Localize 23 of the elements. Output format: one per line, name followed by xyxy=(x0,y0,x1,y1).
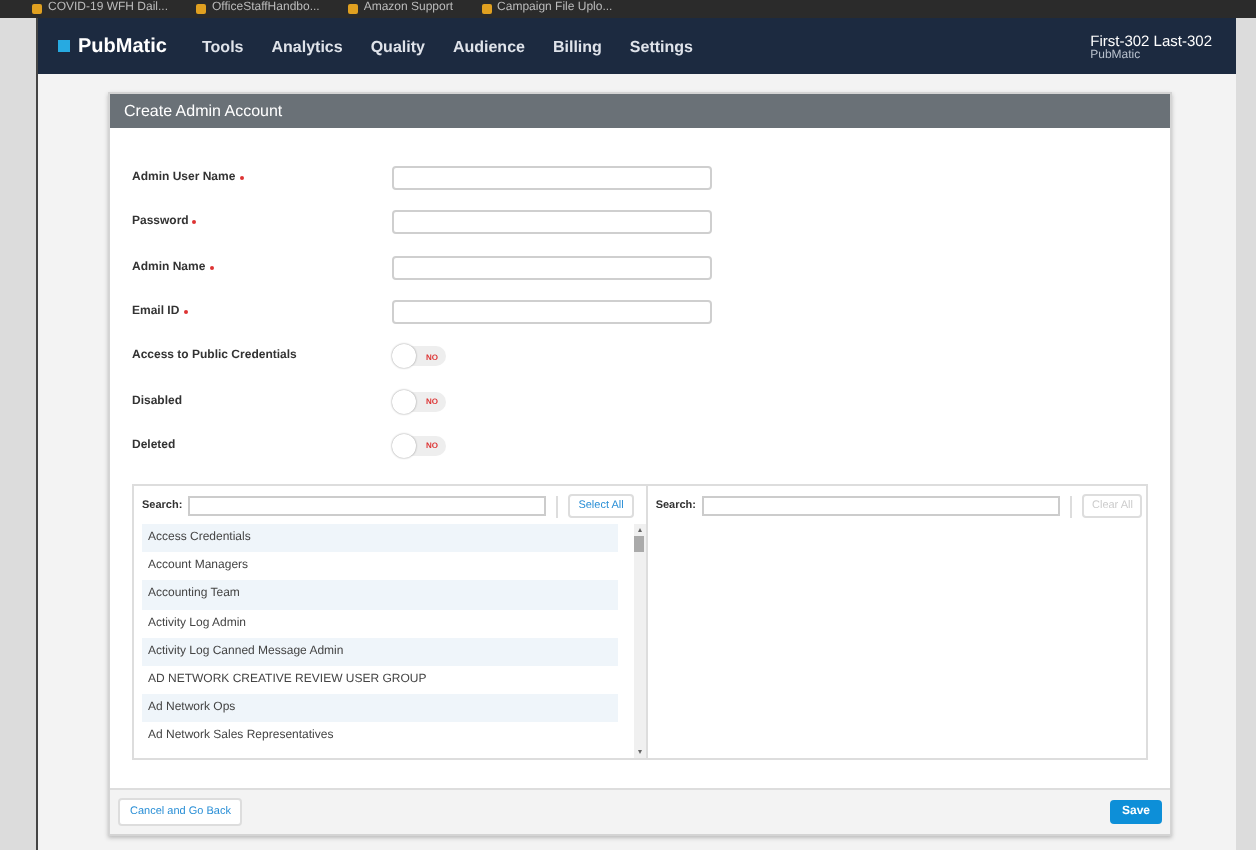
input-field[interactable] xyxy=(392,210,712,235)
nav-menu-item[interactable]: Settings xyxy=(629,37,693,55)
scroll-up-icon[interactable] xyxy=(637,528,642,533)
search-field[interactable] xyxy=(702,496,1060,517)
bookmark-icon xyxy=(481,4,492,14)
bookmark-icon xyxy=(196,4,207,14)
input-field[interactable] xyxy=(392,255,712,280)
search-field[interactable] xyxy=(188,496,547,517)
logo-square-icon xyxy=(58,40,70,52)
panel-title: Create Admin Account xyxy=(110,94,1170,128)
nav-menu-item[interactable]: Quality xyxy=(370,37,425,55)
nav-menu-item[interactable]: Billing xyxy=(552,37,602,55)
bookmark-icon xyxy=(32,4,42,14)
scrollbar[interactable] xyxy=(633,524,646,759)
brand-logo[interactable]: PubMatic xyxy=(78,35,167,57)
scroll-down-icon[interactable] xyxy=(637,750,642,755)
nav-menu-item[interactable]: Analytics xyxy=(271,37,343,55)
bookmark-icon xyxy=(347,4,358,14)
nav-menu-item[interactable]: Tools xyxy=(202,37,244,55)
scrollbar-thumb[interactable] xyxy=(634,536,645,553)
input-field[interactable] xyxy=(392,166,712,191)
input-field[interactable] xyxy=(392,300,712,325)
nav-menu-item[interactable]: Audience xyxy=(452,37,525,55)
